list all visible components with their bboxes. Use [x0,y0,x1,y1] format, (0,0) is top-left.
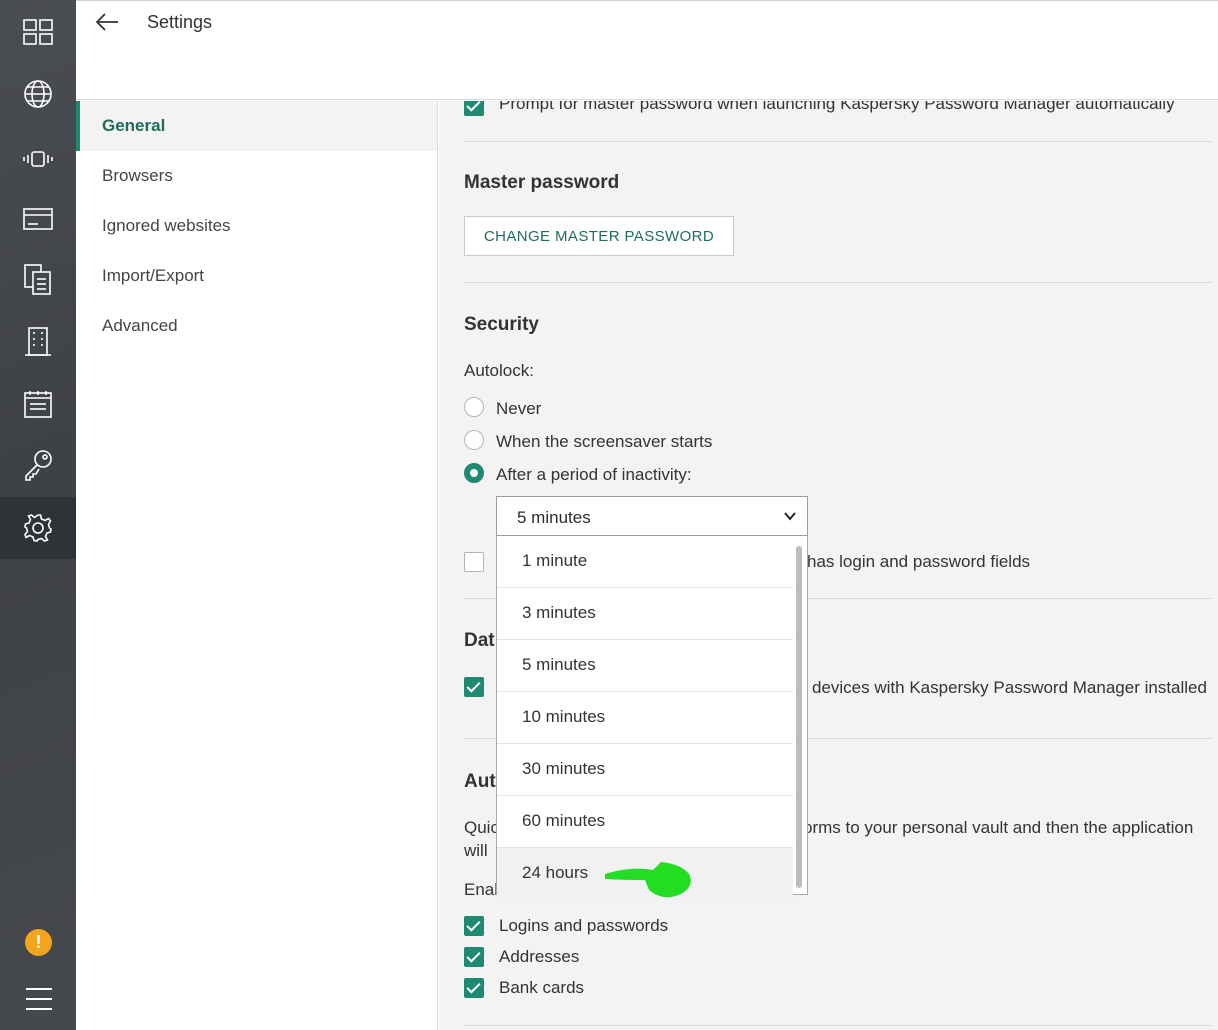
nav-item-browsers[interactable]: Browsers [76,151,437,201]
data-section-heading: Dat [464,630,495,651]
globe-icon[interactable] [0,63,76,125]
key-icon[interactable] [0,434,76,496]
bank-cards-label: Bank cards [499,978,585,997]
autofill-section-heading: Aut [464,771,496,792]
autofill-desc-start: Quic [464,818,499,837]
autolock-inactivity-radio[interactable] [464,463,484,483]
master-password-heading: Master password [464,172,620,193]
option-60-minutes[interactable]: 60 minutes [497,796,793,848]
autolock-never-label[interactable]: Never [496,399,541,419]
documents-icon[interactable] [0,248,76,310]
app-sidebar: ! [0,0,76,1030]
notes-icon[interactable] [0,373,76,435]
bank-card-icon[interactable] [0,188,76,250]
option-10-minutes[interactable]: 10 minutes [497,692,793,744]
autolock-never-radio[interactable] [464,397,484,417]
dropdown-scrollbar[interactable] [796,546,802,888]
logins-passwords-checkbox[interactable] [464,916,484,936]
autolock-screensaver-label[interactable]: When the screensaver starts [496,432,712,452]
hamburger-menu-icon[interactable] [26,988,52,1010]
nav-item-ignored-websites[interactable]: Ignored websites [76,201,437,251]
annotation-pointer-mark [605,862,691,898]
settings-nav: General Browsers Ignored websites Import… [76,101,438,1030]
sync-devices-checkbox[interactable] [464,677,484,697]
autolock-interval-options: 1 minute 3 minutes 5 minutes 10 minutes … [496,536,808,900]
autolock-interval-select[interactable]: 5 minutes [496,496,808,536]
divider [464,1025,1212,1026]
addresses-checkbox[interactable] [464,947,484,967]
building-icon[interactable] [0,310,76,372]
page-header: Settings [76,0,1218,100]
vibrate-icon[interactable] [0,128,76,190]
back-arrow-icon[interactable] [94,11,120,33]
prompt-master-password-checkbox[interactable] [464,101,484,116]
option-3-minutes[interactable]: 3 minutes [497,588,793,640]
page-title: Settings [147,12,213,32]
login-fields-label-partial: has login and password fields [807,552,1031,571]
option-5-minutes[interactable]: 5 minutes [497,640,793,692]
change-master-password-button[interactable]: CHANGE MASTER PASSWORD [464,216,734,256]
nav-item-advanced[interactable]: Advanced [76,301,437,351]
divider [464,282,1212,283]
sync-devices-label-partial: devices with Kaspersky Password Manager … [812,678,1207,697]
bank-cards-checkbox[interactable] [464,978,484,998]
autolock-label: Autolock: [464,361,534,380]
nav-item-import-export[interactable]: Import/Export [76,251,437,301]
prompt-master-password-label: Prompt for master password when launchin… [499,101,1175,113]
select-value: 5 minutes [517,508,591,527]
addresses-label: Addresses [499,947,580,966]
autofill-desc-line2: will [464,841,488,860]
divider [464,141,1212,142]
autolock-inactivity-label[interactable]: After a period of inactivity: [496,465,692,485]
nav-item-general[interactable]: General [76,101,437,151]
settings-icon[interactable] [0,497,76,559]
option-1-minute[interactable]: 1 minute [497,536,793,588]
login-fields-checkbox[interactable] [464,552,484,572]
option-30-minutes[interactable]: 30 minutes [497,744,793,796]
autofill-desc-end: orms to your personal vault and then the… [803,818,1194,837]
warning-icon[interactable]: ! [25,929,52,956]
logins-passwords-label: Logins and passwords [499,916,669,935]
security-heading: Security [464,314,539,335]
chevron-down-icon [784,512,796,521]
autolock-screensaver-radio[interactable] [464,430,484,450]
dashboard-icon[interactable] [0,1,76,63]
settings-content: Prompt for master password when launchin… [439,101,1218,1030]
